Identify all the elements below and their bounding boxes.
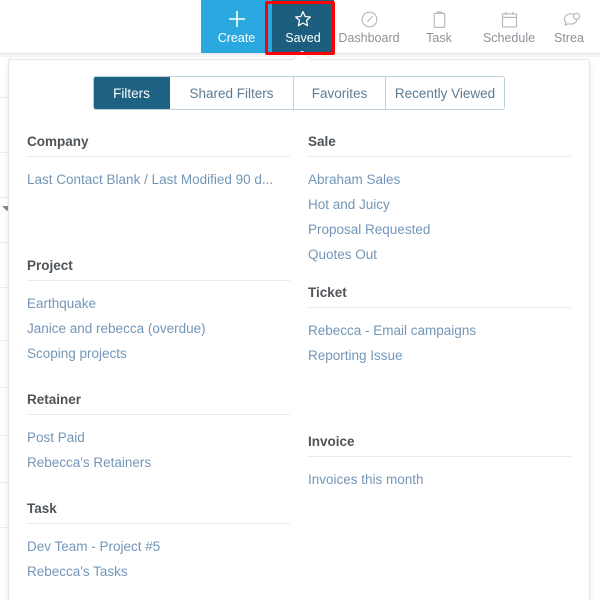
- filter-link[interactable]: Reporting Issue: [308, 343, 571, 368]
- filter-column-left: Company Last Contact Blank / Last Modifi…: [27, 134, 290, 588]
- section-title-ticket: Ticket: [308, 285, 571, 307]
- filter-section-retainer: Retainer Post Paid Rebecca's Retainers: [27, 392, 290, 475]
- filter-section-project: Project Earthquake Janice and rebecca (o…: [27, 258, 290, 366]
- nav-item-stream[interactable]: Strea: [544, 0, 600, 53]
- filter-link[interactable]: Quotes Out: [308, 242, 571, 267]
- column-spacer: [27, 370, 290, 392]
- nav-item-task[interactable]: Task: [404, 0, 474, 53]
- speech-bubble-icon: [561, 8, 583, 30]
- plus-icon: [226, 8, 248, 30]
- tab-favorites[interactable]: Favorites: [294, 77, 386, 109]
- section-title-sale: Sale: [308, 134, 571, 156]
- tab-label-favorites: Favorites: [312, 86, 368, 101]
- dropdown-caret-icon: [294, 51, 310, 60]
- filter-link[interactable]: Last Contact Blank / Last Modified 90 d.…: [27, 167, 290, 192]
- top-navigation: Create Saved Dashboard: [0, 0, 600, 53]
- nav-item-dashboard[interactable]: Dashboard: [334, 0, 404, 53]
- nav-label-saved: Saved: [285, 32, 320, 45]
- tab-recently-viewed[interactable]: Recently Viewed: [386, 77, 504, 109]
- filter-section-invoice: Invoice Invoices this month: [308, 434, 571, 492]
- section-divider: [27, 414, 290, 415]
- section-divider: [27, 156, 290, 157]
- section-title-task: Task: [27, 501, 290, 523]
- section-divider: [308, 156, 571, 157]
- dropdown-tabs: Filters Shared Filters Favorites Recentl…: [93, 76, 505, 110]
- nav-label-task: Task: [426, 32, 452, 45]
- filter-section-task: Task Dev Team - Project #5 Rebecca's Tas…: [27, 501, 290, 584]
- section-title-project: Project: [27, 258, 290, 280]
- filter-link[interactable]: Abraham Sales: [308, 167, 571, 192]
- tab-label-filters: Filters: [113, 86, 150, 101]
- column-spacer: [308, 271, 571, 285]
- nav-item-create[interactable]: Create: [201, 0, 272, 53]
- saved-filters-dropdown: Filters Shared Filters Favorites Recentl…: [8, 59, 590, 600]
- section-title-retainer: Retainer: [27, 392, 290, 414]
- filter-link[interactable]: Proposal Requested: [308, 217, 571, 242]
- tab-label-recently-viewed: Recently Viewed: [395, 86, 495, 101]
- nav-label-schedule: Schedule: [483, 32, 535, 45]
- nav-label-dashboard: Dashboard: [338, 32, 399, 45]
- tab-filters[interactable]: Filters: [94, 77, 170, 109]
- section-divider: [308, 456, 571, 457]
- section-divider: [27, 523, 290, 524]
- filter-link[interactable]: Scoping projects: [27, 341, 290, 366]
- column-spacer: [27, 196, 290, 258]
- filter-link[interactable]: Rebecca's Retainers: [27, 450, 290, 475]
- nav-label-create: Create: [218, 32, 256, 45]
- section-divider: [27, 280, 290, 281]
- filter-section-sale: Sale Abraham Sales Hot and Juicy Proposa…: [308, 134, 571, 267]
- filter-section-company: Company Last Contact Blank / Last Modifi…: [27, 134, 290, 192]
- filter-link[interactable]: Rebecca - Email campaigns: [308, 318, 571, 343]
- nav-label-stream: Strea: [554, 32, 584, 45]
- gauge-icon: [359, 8, 380, 30]
- calendar-icon: [499, 8, 520, 30]
- nav-item-saved[interactable]: Saved: [272, 0, 334, 53]
- filter-link[interactable]: Post Paid: [27, 425, 290, 450]
- filter-link[interactable]: Invoices this month: [308, 467, 571, 492]
- filter-link[interactable]: Janice and rebecca (overdue): [27, 316, 290, 341]
- filter-link[interactable]: Dev Team - Project #5: [27, 534, 290, 559]
- section-title-company: Company: [27, 134, 290, 156]
- section-title-invoice: Invoice: [308, 434, 571, 456]
- filter-link[interactable]: Earthquake: [27, 291, 290, 316]
- clipboard-icon: [429, 8, 450, 30]
- star-icon: [293, 8, 313, 30]
- tab-shared-filters[interactable]: Shared Filters: [170, 77, 294, 109]
- filter-link[interactable]: Hot and Juicy: [308, 192, 571, 217]
- filter-section-ticket: Ticket Rebecca - Email campaigns Reporti…: [308, 285, 571, 368]
- filter-column-right: Sale Abraham Sales Hot and Juicy Proposa…: [308, 134, 571, 588]
- nav-item-schedule[interactable]: Schedule: [474, 0, 544, 53]
- app-root: Create Saved Dashboard: [0, 0, 600, 600]
- tab-label-shared-filters: Shared Filters: [189, 86, 273, 101]
- column-spacer: [308, 372, 571, 434]
- column-spacer: [27, 479, 290, 501]
- filter-columns: Company Last Contact Blank / Last Modifi…: [9, 134, 589, 588]
- section-divider: [308, 307, 571, 308]
- filter-link[interactable]: Rebecca's Tasks: [27, 559, 290, 584]
